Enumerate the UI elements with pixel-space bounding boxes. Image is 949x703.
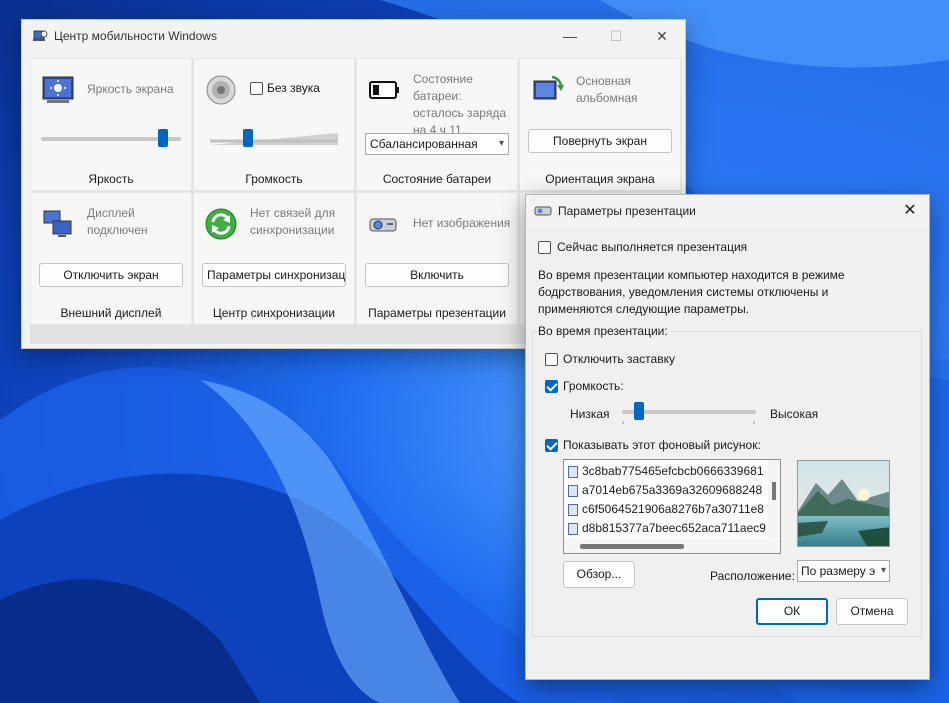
- file-name: a7014eb675a3369a32609688248: [582, 483, 763, 497]
- brightness-footer: Яркость: [88, 172, 134, 186]
- window-title: Центр мобильности Windows: [54, 29, 217, 43]
- mute-checkbox[interactable]: [250, 81, 263, 95]
- orientation-tile: Основная альбомная Повернуть экран Ориен…: [519, 58, 681, 191]
- info-line-1: Во время презентации компьютер находится…: [538, 268, 845, 282]
- brightness-desc: Яркость экрана: [87, 82, 174, 96]
- projector-icon: [534, 206, 552, 216]
- info-line-3: применяются следующие параметры.: [538, 302, 750, 316]
- sync-desc: Нет связей для синхронизации: [250, 206, 336, 237]
- vertical-scrollbar[interactable]: [768, 460, 780, 538]
- group-label: Во время презентации:: [538, 323, 671, 340]
- volume-footer: Громкость: [245, 172, 303, 186]
- brightness-tile: Яркость экрана Яркость: [30, 58, 192, 191]
- enable-presentation-button[interactable]: Включить: [365, 263, 509, 287]
- volume-ticks: [622, 421, 755, 424]
- sync-footer: Центр синхронизации: [212, 306, 336, 320]
- file-name: 3c8bab775465efcbcb0666339681: [582, 464, 764, 478]
- dialog-title: Параметры презентации: [558, 204, 696, 218]
- background-label: Показывать этот фоновый рисунок:: [563, 438, 761, 452]
- background-file-list[interactable]: 3c8bab775465efcbcb0666339681 a7014eb675a…: [563, 459, 781, 554]
- display-footer: Внешний дисплей: [60, 306, 162, 320]
- projector-icon: [369, 218, 397, 232]
- presentation-volume-thumb[interactable]: [634, 402, 645, 420]
- power-plan-value: Сбалансированная: [370, 137, 478, 151]
- battery-desc: Состояние батареи: осталось заряда на 4 …: [413, 72, 506, 137]
- battery-footer: Состояние батареи: [382, 172, 492, 186]
- info-line-2: бодрствования, уведомления системы отклю…: [538, 285, 829, 299]
- disable-screensaver-checkbox[interactable]: [545, 352, 558, 366]
- volume-label: Громкость:: [563, 379, 624, 393]
- disconnect-display-button[interactable]: Отключить экран: [39, 263, 183, 287]
- display-desc: Дисплей подключен: [87, 206, 148, 237]
- mobility-center-icon: [33, 30, 48, 41]
- orientation-footer: Ориентация экрана: [545, 172, 655, 186]
- battery-tile: Состояние батареи: осталось заряда на 4 …: [356, 58, 518, 191]
- list-item[interactable]: a7014eb675a3369a32609688248: [568, 481, 762, 500]
- speaker-icon: [206, 75, 236, 105]
- presentation-desc: Нет изображения: [413, 216, 511, 230]
- presentation-settings-dialog: Параметры презентации ✕ Сейчас выполняет…: [525, 194, 930, 680]
- sync-icon: [205, 208, 237, 240]
- position-label: Расположение:: [710, 569, 795, 583]
- presenting-checkbox[interactable]: [538, 240, 551, 254]
- list-item[interactable]: c6f5064521906a8276b7a30711e8: [568, 500, 764, 519]
- cancel-button[interactable]: Отмена: [836, 598, 908, 625]
- scrollbar-thumb[interactable]: [580, 544, 684, 549]
- external-display-tile: Дисплей подключен Отключить экран Внешни…: [30, 192, 192, 325]
- image-file-icon: [568, 484, 578, 497]
- ok-button[interactable]: ОК: [756, 598, 828, 625]
- scrollbar-thumb[interactable]: [772, 482, 776, 500]
- list-item[interactable]: d8b815377a7beec652aca711aec9: [568, 519, 766, 538]
- presenting-label: Сейчас выполняется презентация: [557, 240, 748, 254]
- file-name: c6f5064521906a8276b7a30711e8: [582, 502, 764, 516]
- position-select[interactable]: По размеру э ▾: [797, 560, 890, 582]
- background-preview-image: [797, 460, 890, 547]
- volume-slider-track[interactable]: [210, 131, 340, 147]
- close-button[interactable]: ✕: [639, 20, 685, 52]
- screensaver-label: Отключить заставку: [563, 352, 675, 366]
- volume-tile: Без звука Громкость: [193, 58, 355, 191]
- dialog-close-button[interactable]: ✕: [897, 199, 923, 223]
- position-value: По размеру э: [801, 564, 876, 578]
- volume-slider-thumb[interactable]: [243, 129, 254, 147]
- presentation-footer: Параметры презентации: [368, 306, 506, 320]
- power-plan-select[interactable]: Сбалансированная ▾: [365, 133, 509, 155]
- monitors-icon: [43, 210, 72, 237]
- maximize-button: ☐: [609, 27, 623, 44]
- sync-center-tile: Нет связей для синхронизации Параметры с…: [193, 192, 355, 325]
- dialog-titlebar: Параметры презентации: [526, 195, 929, 227]
- volume-low-label: Низкая: [570, 407, 610, 421]
- horizontal-scrollbar[interactable]: [564, 539, 780, 553]
- rotate-screen-icon: [533, 75, 564, 100]
- rotate-screen-button[interactable]: Повернуть экран: [528, 129, 672, 153]
- chevron-down-icon: ▾: [880, 561, 886, 581]
- list-item[interactable]: 3c8bab775465efcbcb0666339681: [568, 462, 764, 481]
- image-file-icon: [568, 503, 578, 516]
- orientation-desc: Основная альбомная: [576, 74, 638, 105]
- file-name: d8b815377a7beec652aca711aec9: [582, 521, 766, 535]
- minimize-button[interactable]: —: [547, 20, 593, 52]
- info-text: Во время презентации компьютер находится…: [538, 267, 845, 318]
- volume-checkbox[interactable]: [545, 379, 558, 393]
- battery-icon: [369, 81, 399, 99]
- chevron-down-icon: ▾: [498, 138, 504, 149]
- sync-settings-button[interactable]: Параметры синхронизации: [202, 263, 346, 287]
- brightness-slider-thumb[interactable]: [158, 129, 168, 147]
- show-background-checkbox[interactable]: [545, 438, 558, 452]
- mute-label: Без звука: [267, 81, 320, 95]
- presentation-tile: Нет изображения Включить Параметры презе…: [356, 192, 518, 325]
- brightness-icon: [42, 76, 74, 103]
- image-file-icon: [568, 522, 578, 535]
- browse-button[interactable]: Обзор...: [563, 561, 635, 588]
- image-file-icon: [568, 465, 578, 478]
- volume-high-label: Высокая: [770, 407, 819, 421]
